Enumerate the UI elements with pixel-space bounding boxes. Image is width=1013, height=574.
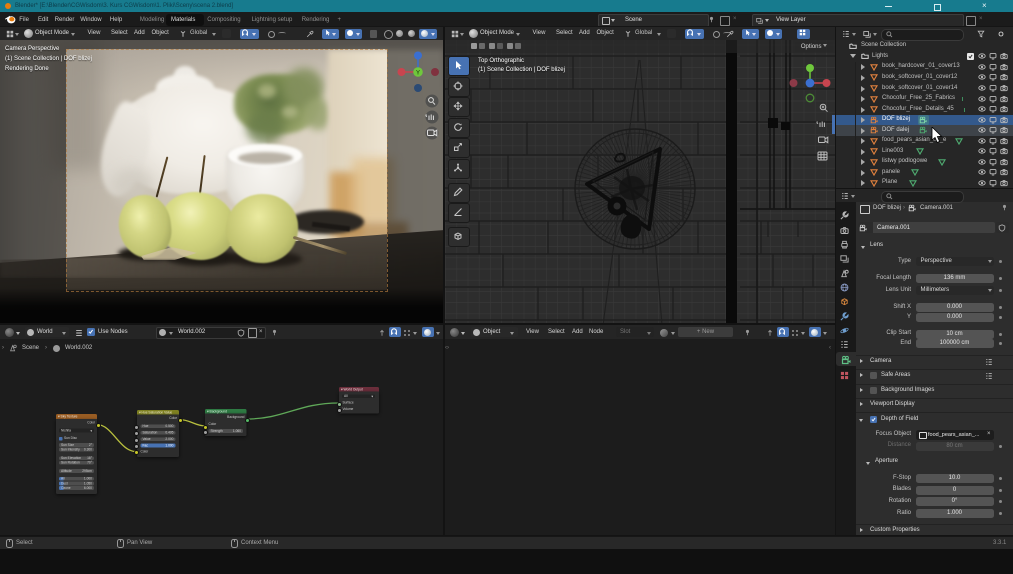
svg-text:Y: Y — [416, 71, 420, 77]
